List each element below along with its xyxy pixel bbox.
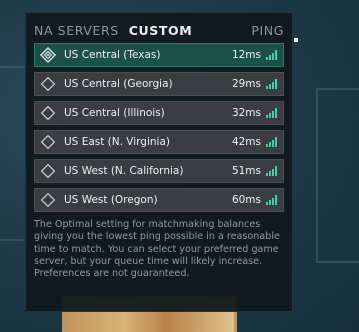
server-select-panel: NA SERVERS CUSTOM PING US Central (Texas…	[25, 12, 293, 312]
tab-custom[interactable]: CUSTOM	[129, 23, 193, 38]
signal-bars-icon	[266, 195, 277, 205]
server-row-us-west-n-california[interactable]: US West (N. California) 51ms	[34, 159, 284, 183]
diamond-icon	[40, 134, 56, 150]
server-row-us-east-n-virginia[interactable]: US East (N. Virginia) 42ms	[34, 130, 284, 154]
signal-bars-icon	[266, 166, 277, 176]
server-name: US Central (Illinois)	[64, 107, 165, 119]
server-name: US Central (Texas)	[64, 49, 161, 61]
signal-bars-icon	[266, 137, 277, 147]
server-name: US West (N. California)	[64, 165, 184, 177]
server-row-us-central-illinois[interactable]: US Central (Illinois) 32ms	[34, 101, 284, 125]
tab-na-servers[interactable]: NA SERVERS	[34, 23, 119, 38]
signal-bars-icon	[266, 108, 277, 118]
server-list: US Central (Texas) 12ms US Central (Geor…	[34, 43, 284, 217]
matchmaking-description: The Optimal setting for matchmaking bala…	[34, 219, 280, 280]
diamond-icon	[40, 192, 56, 208]
server-ping: 29ms	[231, 78, 261, 90]
server-ping: 32ms	[231, 107, 261, 119]
server-name: US West (Oregon)	[64, 194, 158, 206]
signal-bars-icon	[266, 50, 277, 60]
server-row-us-central-georgia[interactable]: US Central (Georgia) 29ms	[34, 72, 284, 96]
signal-bars-icon	[266, 79, 277, 89]
server-name: US East (N. Virginia)	[64, 136, 170, 148]
selected-diamond-icon	[40, 47, 56, 63]
server-ping: 51ms	[231, 165, 261, 177]
server-row-us-west-oregon[interactable]: US West (Oregon) 60ms	[34, 188, 284, 212]
server-name: US Central (Georgia)	[64, 78, 173, 90]
ping-column-header: PING	[251, 22, 284, 38]
diamond-icon	[40, 105, 56, 121]
server-ping: 42ms	[231, 136, 261, 148]
server-ping: 12ms	[231, 49, 261, 61]
diamond-icon	[40, 76, 56, 92]
server-ping: 60ms	[231, 194, 261, 206]
background-corner-marker	[294, 38, 298, 42]
server-row-us-central-texas[interactable]: US Central (Texas) 12ms	[34, 43, 284, 67]
background-frame-right	[316, 88, 359, 263]
diamond-icon	[40, 163, 56, 179]
server-tabs: NA SERVERS CUSTOM PING	[34, 21, 284, 39]
